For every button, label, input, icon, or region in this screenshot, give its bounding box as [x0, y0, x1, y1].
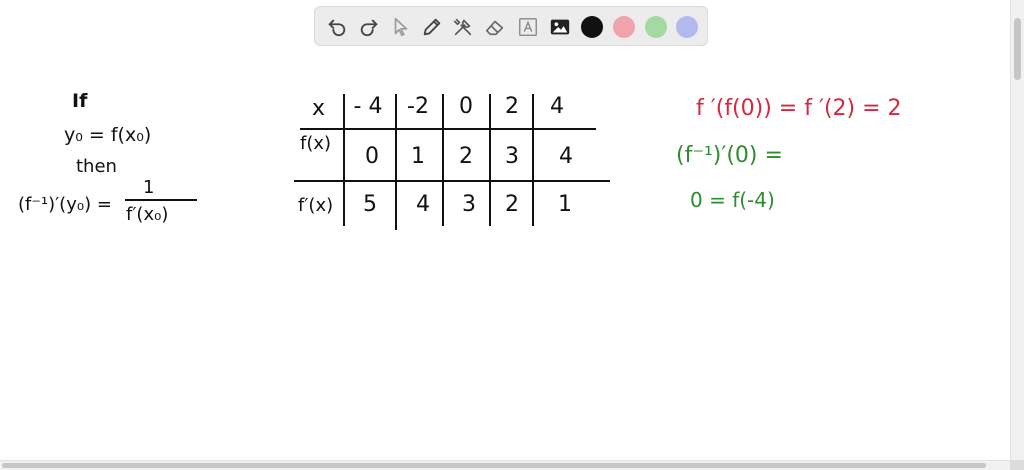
note-green-line-1: (f⁻¹)′(0) = [676, 143, 783, 168]
table-fprime-cell: 3 [462, 192, 476, 217]
vertical-scroll-thumb[interactable] [1014, 18, 1021, 80]
text-icon[interactable] [516, 15, 540, 39]
table-label-f: f(x) [300, 133, 332, 154]
eraser-icon[interactable] [483, 15, 507, 39]
pen-icon[interactable] [420, 15, 444, 39]
note-formula-numerator: 1 [143, 177, 155, 198]
table-vline [343, 94, 345, 226]
table-x-cell: 4 [550, 94, 564, 119]
select-pointer-icon[interactable] [389, 15, 413, 39]
table-fprime-cell: 4 [416, 192, 430, 217]
table-vline [395, 94, 397, 230]
table-fprime-cell: 2 [505, 192, 519, 217]
scrollbar-corner [1010, 460, 1024, 470]
table-f-cell: 0 [365, 144, 379, 169]
table-x-cell: -2 [407, 94, 429, 119]
image-icon[interactable] [548, 15, 572, 39]
table-f-cell: 3 [505, 144, 519, 169]
horizontal-scroll-thumb[interactable] [2, 463, 986, 468]
color-black-swatch[interactable] [581, 16, 603, 38]
note-red-line: f ′(f(0)) = f ′(2) = 2 [696, 96, 902, 121]
tools-icon[interactable] [451, 15, 475, 39]
note-y0-def: y₀ = f(x₀) [64, 124, 152, 146]
table-f-cell: 2 [459, 144, 473, 169]
table-fprime-cell: 5 [363, 192, 377, 217]
table-vline [532, 94, 534, 226]
color-green-swatch[interactable] [645, 16, 667, 38]
color-pink-swatch[interactable] [613, 16, 635, 38]
note-formula-denominator: f′(x₀) [126, 204, 169, 225]
table-x-cell: 2 [505, 94, 519, 119]
color-lavender-swatch[interactable] [676, 16, 698, 38]
table-f-cell: 1 [411, 144, 425, 169]
note-then: then [76, 156, 117, 177]
table-x-cell: - 4 [353, 94, 383, 119]
drawing-toolbar [314, 6, 708, 46]
table-x-cell: 0 [459, 94, 473, 119]
table-fprime-cell: 1 [558, 192, 572, 217]
horizontal-scrollbar[interactable] [0, 460, 1010, 470]
table-label-fprime: f′(x) [298, 195, 334, 216]
vertical-scrollbar[interactable] [1010, 0, 1024, 470]
redo-icon[interactable] [357, 15, 381, 39]
table-f-cell: 4 [559, 144, 573, 169]
table-hline [294, 180, 610, 182]
table-label-x: x [312, 96, 326, 121]
undo-icon[interactable] [325, 15, 349, 39]
note-green-line-2: 0 = f(-4) [690, 188, 775, 212]
table-vline [489, 94, 491, 226]
note-formula-lhs: (f⁻¹)′(y₀) = [18, 194, 112, 215]
note-if: If [72, 90, 88, 112]
fraction-bar [125, 199, 197, 201]
table-vline [442, 94, 444, 226]
